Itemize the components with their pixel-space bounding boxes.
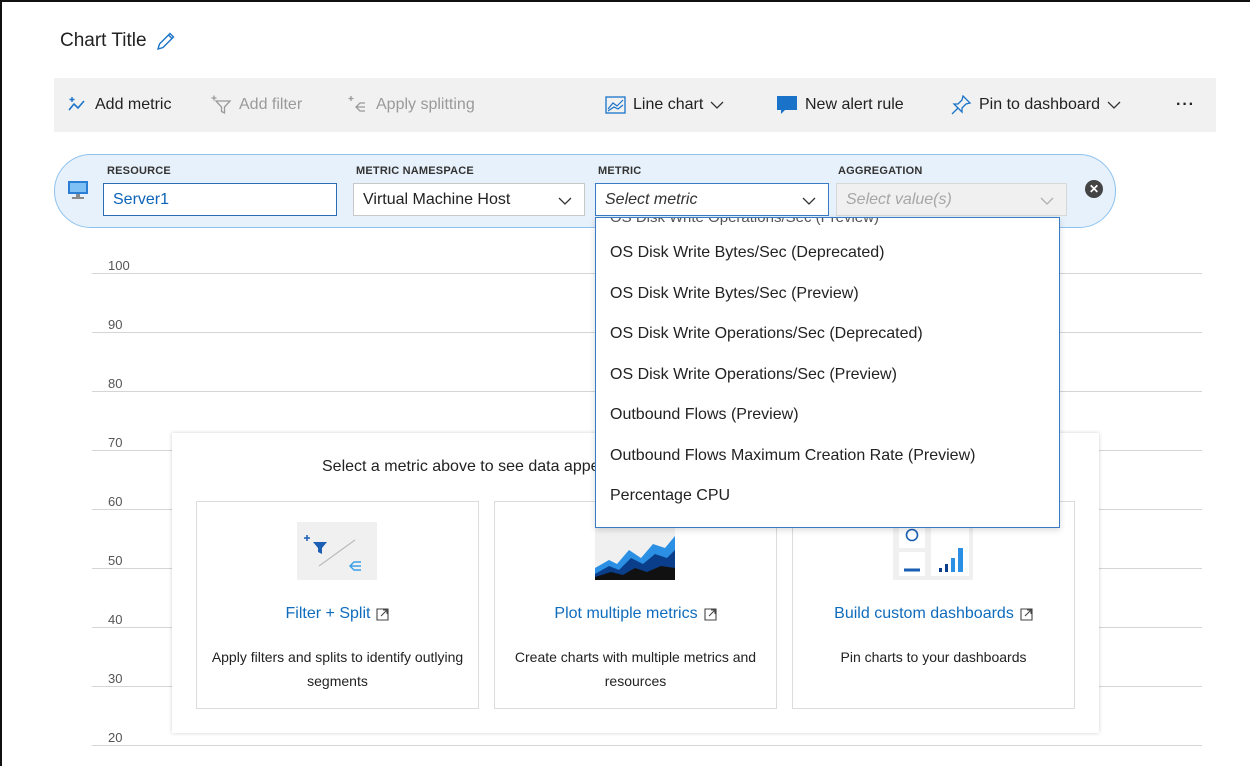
y-tick-label: 20 (108, 730, 123, 745)
metrics-chart-frame: Chart Title Add metric Add filter Apply … (0, 0, 1250, 766)
plot-multiple-metrics-card: Plot multiple metrics Create charts with… (494, 501, 777, 709)
build-custom-dashboards-card: Build custom dashboards Pin charts to yo… (792, 501, 1075, 709)
add-filter-label: Add filter (239, 96, 303, 113)
aggregation-select[interactable]: Select value(s) (836, 183, 1067, 216)
apply-splitting-button[interactable]: Apply splitting (347, 78, 475, 132)
external-link-icon (376, 607, 390, 621)
splitting-icon (348, 96, 365, 112)
more-options-button[interactable]: ··· (1176, 78, 1195, 132)
aggregation-placeholder: Select value(s) (846, 190, 952, 208)
area-chart-icon (595, 522, 675, 580)
y-tick-label: 70 (108, 435, 123, 450)
dashboard-icon (893, 522, 973, 580)
metric-select[interactable]: Select metric (595, 183, 829, 216)
chevron-down-icon (558, 197, 572, 205)
pin-to-dashboard-dropdown[interactable]: Pin to dashboard (950, 78, 1121, 132)
metric-placeholder: Select metric (605, 190, 698, 208)
build-custom-dashboards-link-label: Build custom dashboards (834, 605, 1014, 622)
add-metric-button[interactable]: Add metric (66, 78, 171, 132)
alert-icon (777, 96, 797, 114)
pin-to-dashboard-label: Pin to dashboard (979, 96, 1100, 113)
more-options-icon: ··· (1176, 96, 1195, 113)
metric-option[interactable]: OS Disk Write Operations/Sec (Preview) (610, 366, 897, 384)
filter-split-icon (297, 522, 377, 580)
metric-option[interactable]: OS Disk Write Bytes/Sec (Preview) (610, 285, 859, 303)
chart-toolbar: Add metric Add filter Apply splitting Li… (54, 78, 1216, 132)
metric-option-clipped[interactable]: OS Disk Write Operations/Sec (Preview) (610, 218, 879, 226)
add-filter-icon (211, 95, 232, 115)
add-filter-button[interactable]: Add filter (210, 78, 302, 132)
resource-field[interactable]: Server1 (103, 183, 337, 216)
aggregation-label: AGGREGATION (838, 165, 923, 177)
build-custom-dashboards-link[interactable]: Build custom dashboards (793, 605, 1074, 623)
metric-dropdown-list: OS Disk Write Operations/Sec (Preview) O… (595, 217, 1060, 528)
line-chart-label: Line chart (633, 96, 704, 113)
metric-label: METRIC (598, 165, 642, 177)
plot-multiple-metrics-link[interactable]: Plot multiple metrics (495, 605, 776, 623)
metric-option[interactable]: OS Disk Write Bytes/Sec (Deprecated) (610, 244, 884, 262)
metric-option[interactable]: Outbound Flows Maximum Creation Rate (Pr… (610, 447, 975, 465)
y-tick-label: 30 (108, 671, 123, 686)
filter-split-link-label: Filter + Split (285, 605, 371, 622)
chevron-down-icon (1107, 101, 1121, 109)
y-tick-label: 90 (108, 317, 123, 332)
chevron-down-icon (1040, 197, 1054, 205)
line-chart-icon (605, 96, 626, 114)
y-tick-label: 60 (108, 494, 123, 509)
plot-multiple-metrics-link-label: Plot multiple metrics (554, 605, 698, 622)
filter-split-desc: Apply filters and splits to identify out… (211, 649, 464, 689)
apply-splitting-label: Apply splitting (376, 96, 475, 113)
external-link-icon (704, 607, 717, 621)
resource-label: RESOURCE (107, 165, 171, 177)
external-link-icon (1020, 607, 1033, 621)
chart-title: Chart Title (60, 30, 147, 51)
metric-namespace-select[interactable]: Virtual Machine Host (353, 183, 585, 216)
filter-split-link[interactable]: Filter + Split (197, 605, 478, 623)
y-tick-label: 80 (108, 376, 123, 391)
chart-title-row: Chart Title (60, 30, 177, 52)
plot-multiple-metrics-desc: Create charts with multiple metrics and … (514, 649, 757, 689)
metric-option[interactable]: Outbound Flows (Preview) (610, 406, 799, 424)
remove-metric-icon[interactable]: ✕ (1085, 180, 1103, 198)
y-tick-label: 100 (108, 258, 130, 273)
virtual-machine-icon (68, 181, 88, 199)
line-chart-dropdown[interactable]: Line chart (604, 78, 724, 132)
pin-icon (951, 94, 972, 115)
pencil-icon[interactable] (155, 30, 177, 52)
y-tick-label: 40 (108, 612, 123, 627)
filter-split-card: Filter + Split Apply filters and splits … (196, 501, 479, 709)
chevron-down-icon (802, 197, 816, 205)
metric-option[interactable]: Percentage CPU (610, 487, 730, 505)
chevron-down-icon (710, 101, 724, 109)
new-alert-rule-label: New alert rule (805, 96, 904, 113)
metric-option[interactable]: OS Disk Write Operations/Sec (Deprecated… (610, 325, 923, 343)
resource-value: Server1 (113, 190, 170, 208)
add-metric-icon (68, 97, 85, 111)
y-tick-label: 50 (108, 553, 123, 568)
new-alert-rule-button[interactable]: New alert rule (776, 78, 904, 132)
metric-namespace-label: METRIC NAMESPACE (356, 165, 474, 177)
add-metric-label: Add metric (95, 96, 172, 113)
metric-namespace-value: Virtual Machine Host (363, 190, 511, 208)
build-custom-dashboards-desc: Pin charts to your dashboards (840, 649, 1027, 665)
grid-line (92, 745, 1202, 746)
